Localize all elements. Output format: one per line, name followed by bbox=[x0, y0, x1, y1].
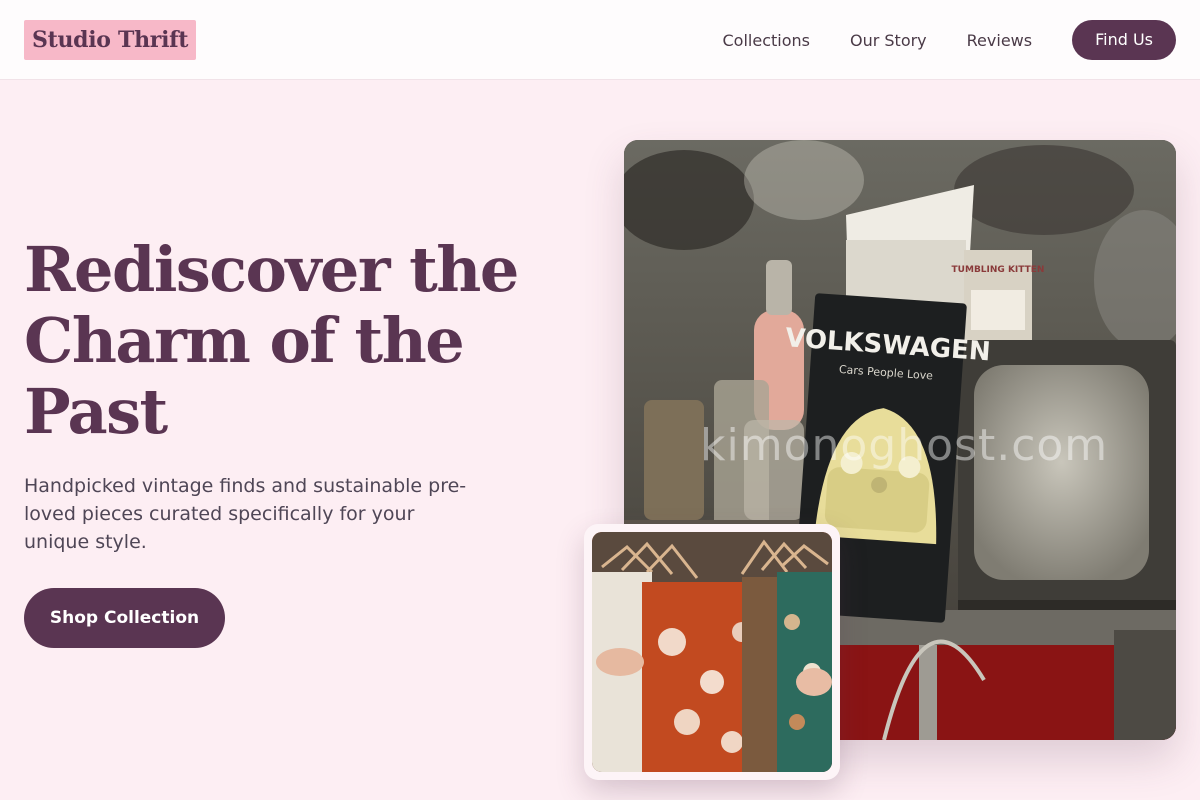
brand-logo[interactable]: Studio Thrift bbox=[24, 20, 197, 60]
clothing-rack-image bbox=[592, 532, 832, 772]
nav-link-our-story[interactable]: Our Story bbox=[850, 31, 927, 50]
shop-collection-button[interactable]: Shop Collection bbox=[24, 588, 225, 648]
toy-box-label: TUMBLING KITTEN bbox=[952, 265, 1045, 275]
clothing-rack-illustration bbox=[592, 532, 832, 772]
hero-secondary-image-card bbox=[584, 524, 840, 780]
hero-subtitle: Handpicked vintage finds and sustainable… bbox=[24, 475, 467, 553]
nav-link-collections[interactable]: Collections bbox=[723, 31, 810, 50]
hero-title: Rediscover the Charm of the Past bbox=[24, 233, 519, 448]
find-us-button[interactable]: Find Us bbox=[1072, 20, 1176, 60]
nav-link-reviews[interactable]: Reviews bbox=[967, 31, 1032, 50]
site-header: Studio Thrift Collections Our Story Revi… bbox=[0, 0, 1200, 80]
main-nav: Collections Our Story Reviews Find Us bbox=[723, 20, 1176, 60]
watermark-text: kimonoghost.com bbox=[700, 420, 1109, 471]
